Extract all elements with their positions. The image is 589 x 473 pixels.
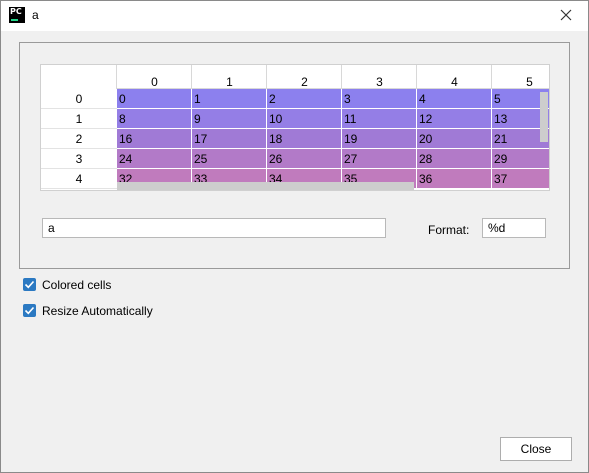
table-cell[interactable]: 11 [342, 109, 417, 129]
table-cell[interactable]: 19 [342, 129, 417, 149]
row-header[interactable]: 2 [41, 129, 117, 149]
row-header[interactable]: 3 [41, 149, 117, 169]
table-cell[interactable]: 36 [417, 169, 492, 189]
title-bar[interactable]: PC a [1, 1, 588, 31]
data-table[interactable]: 012345 0 0 1 2 3 4 5 1 8 9 10 11 12 13 2 16 17 18 19 20 21 3 2… [40, 64, 550, 191]
resize-automatically-checkbox[interactable] [23, 304, 36, 317]
app-icon-text: PC [10, 7, 22, 16]
format-input[interactable]: %d [482, 218, 546, 238]
row-header[interactable]: 4 [41, 169, 117, 189]
column-header[interactable]: 2 [266, 65, 342, 89]
slice-input[interactable]: a [42, 218, 386, 238]
window-title: a [32, 8, 39, 22]
close-window-icon[interactable] [558, 7, 574, 23]
row-header[interactable]: 1 [41, 109, 117, 129]
table-cell[interactable]: 20 [417, 129, 492, 149]
table-cell[interactable]: 29 [492, 149, 549, 169]
format-label: Format: [428, 223, 470, 237]
table-cell[interactable]: 10 [267, 109, 342, 129]
table-cell[interactable]: 4 [417, 89, 492, 109]
column-header[interactable]: 3 [341, 65, 417, 89]
close-button[interactable]: Close [500, 437, 572, 461]
row-header[interactable]: 0 [41, 89, 117, 109]
table-cell[interactable]: 12 [417, 109, 492, 129]
table-cell[interactable]: 25 [192, 149, 267, 169]
table-cell[interactable]: 1 [192, 89, 267, 109]
checkmark-icon [24, 306, 35, 315]
column-header[interactable]: 4 [416, 65, 492, 89]
horizontal-scrollbar[interactable] [117, 182, 414, 190]
table-cell[interactable]: 24 [117, 149, 192, 169]
data-viewer-dialog: PC a 012345 0 0 1 2 3 4 5 1 8 9 10 11 12 13 2 16 17 18 19 2… [0, 0, 589, 473]
table-cell[interactable]: 9 [192, 109, 267, 129]
pycharm-app-icon: PC [9, 7, 25, 23]
table-cell[interactable]: 2 [267, 89, 342, 109]
table-cell[interactable]: 28 [417, 149, 492, 169]
table-cell[interactable]: 17 [192, 129, 267, 149]
vertical-scrollbar[interactable] [540, 92, 548, 142]
column-header[interactable]: 5 [491, 65, 549, 89]
table-cell[interactable]: 26 [267, 149, 342, 169]
table-corner [41, 65, 117, 89]
colored-cells-label[interactable]: Colored cells [42, 278, 111, 292]
checkmark-icon [24, 280, 35, 289]
table-cell[interactable]: 18 [267, 129, 342, 149]
colored-cells-checkbox[interactable] [23, 278, 36, 291]
table-cell[interactable]: 8 [117, 109, 192, 129]
table-cell[interactable]: 0 [117, 89, 192, 109]
table-cell[interactable]: 27 [342, 149, 417, 169]
table-cell[interactable]: 3 [342, 89, 417, 109]
resize-automatically-label[interactable]: Resize Automatically [42, 304, 153, 318]
table-cell[interactable]: 37 [492, 169, 549, 189]
column-header[interactable]: 0 [116, 65, 192, 89]
table-cell[interactable]: 16 [117, 129, 192, 149]
column-header[interactable]: 1 [191, 65, 267, 89]
